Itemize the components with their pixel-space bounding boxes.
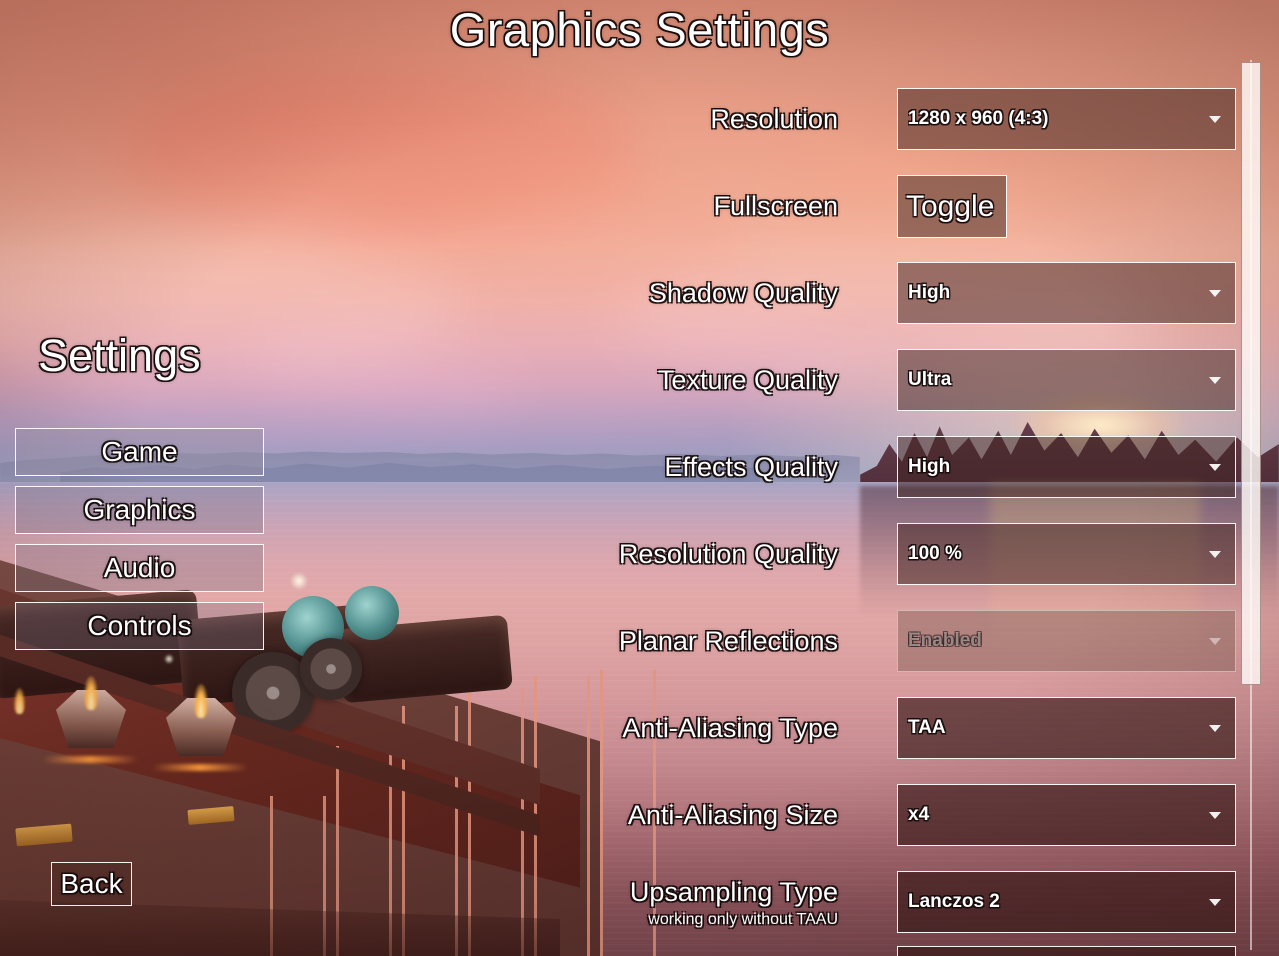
settings-label-text: Resolution: [710, 104, 838, 134]
sidebar-item-audio[interactable]: Audio: [15, 544, 264, 592]
settings-label-texture-quality: Texture Quality: [508, 337, 838, 424]
settings-row-effects-quality: Effects Quality High: [560, 424, 1250, 511]
dropdown-effects-quality[interactable]: High: [897, 436, 1236, 498]
sidebar-item-label: Game: [101, 436, 178, 467]
sidebar-item-label: Audio: [103, 552, 176, 583]
settings-label-shadow-quality: Shadow Quality: [508, 250, 838, 337]
sidebar-item-label: Controls: [87, 610, 192, 641]
settings-label-text: Anti-Aliasing Size: [627, 800, 838, 830]
settings-label-planar-reflections: Planar Reflections: [508, 598, 838, 685]
settings-label-resolution: Resolution: [508, 76, 838, 163]
settings-label-text: Texture Quality: [657, 365, 838, 395]
settings-label-upsampling-type: Upsampling Type working only without TAAU: [508, 859, 838, 946]
scrollbar-thumb[interactable]: [1241, 62, 1261, 685]
settings-label-text: Upsampling Type: [629, 876, 838, 907]
back-button-label: Back: [60, 868, 123, 899]
dropdown-shadow-quality[interactable]: High: [897, 262, 1236, 324]
dropdown-texture-quality[interactable]: Ultra: [897, 349, 1236, 411]
settings-label-fullscreen: Fullscreen: [508, 163, 838, 250]
settings-label-text: Resolution Quality: [618, 539, 838, 569]
chevron-down-icon: [1209, 899, 1221, 906]
dropdown-value: 1280 x 960 (4:3): [908, 108, 1049, 129]
toggle-button-fullscreen[interactable]: Toggle: [897, 175, 1007, 238]
chevron-down-icon: [1209, 116, 1221, 123]
settings-label-anti-aliasing-size: Anti-Aliasing Size: [508, 772, 838, 859]
dropdown-value: x4: [908, 804, 930, 825]
settings-label-text: Effects Quality: [664, 452, 838, 482]
settings-row-anti-aliasing-size: Anti-Aliasing Size x4: [560, 772, 1250, 859]
dropdown-value: Lanczos 2: [908, 891, 1000, 912]
settings-row-fullscreen: Fullscreen Toggle: [560, 163, 1250, 250]
sidebar-item-game[interactable]: Game: [15, 428, 264, 476]
settings-row-resolution-quality: Resolution Quality 100 %: [560, 511, 1250, 598]
settings-row-partial[interactable]: [897, 946, 1236, 956]
settings-label-text: Anti-Aliasing Type: [622, 713, 838, 743]
dropdown-upsampling-type[interactable]: Lanczos 2: [897, 871, 1236, 933]
settings-row-planar-reflections: Planar Reflections Enabled: [560, 598, 1250, 685]
dropdown-anti-aliasing-type[interactable]: TAA: [897, 697, 1236, 759]
sidebar-title: Settings: [38, 330, 201, 381]
dropdown-anti-aliasing-size[interactable]: x4: [897, 784, 1236, 846]
dropdown-value: TAA: [908, 717, 946, 738]
dropdown-resolution[interactable]: 1280 x 960 (4:3): [897, 88, 1236, 150]
settings-row-anti-aliasing-type: Anti-Aliasing Type TAA: [560, 685, 1250, 772]
dropdown-value: Ultra: [908, 369, 952, 390]
page-title: Graphics Settings: [449, 3, 830, 56]
dropdown-resolution-quality[interactable]: 100 %: [897, 523, 1236, 585]
settings-ui: Graphics Settings Settings Game Graphics A…: [0, 0, 1279, 956]
settings-label-anti-aliasing-type: Anti-Aliasing Type: [508, 685, 838, 772]
dropdown-value: High: [908, 282, 951, 303]
chevron-down-icon: [1209, 464, 1221, 471]
dropdown-value: 100 %: [908, 543, 962, 564]
settings-row-upsampling-type: Upsampling Type working only without TAAU…: [560, 859, 1250, 946]
sidebar-item-controls[interactable]: Controls: [15, 602, 264, 650]
dropdown-value: High: [908, 456, 951, 477]
chevron-down-icon: [1209, 551, 1221, 558]
toggle-label: Toggle: [906, 189, 995, 223]
settings-row-shadow-quality: Shadow Quality High: [560, 250, 1250, 337]
settings-label-text: Planar Reflections: [618, 626, 838, 656]
scrollbar[interactable]: [1241, 60, 1261, 950]
settings-list: Resolution 1280 x 960 (4:3) Fullscreen Togg…: [560, 76, 1250, 946]
chevron-down-icon: [1209, 812, 1221, 819]
settings-row-resolution: Resolution 1280 x 960 (4:3): [560, 76, 1250, 163]
settings-row-texture-quality: Texture Quality Ultra: [560, 337, 1250, 424]
sidebar-nav: Game Graphics Audio Controls: [15, 428, 264, 660]
sidebar-item-graphics[interactable]: Graphics: [15, 486, 264, 534]
settings-label-subtext: working only without TAAU: [648, 910, 838, 928]
settings-label-resolution-quality: Resolution Quality: [508, 511, 838, 598]
chevron-down-icon: [1209, 377, 1221, 384]
settings-label-text: Shadow Quality: [648, 278, 838, 308]
back-button[interactable]: Back: [51, 862, 132, 906]
dropdown-value: Enabled: [908, 630, 982, 651]
settings-label-effects-quality: Effects Quality: [508, 424, 838, 511]
chevron-down-icon: [1209, 290, 1221, 297]
chevron-down-icon: [1209, 638, 1221, 645]
chevron-down-icon: [1209, 725, 1221, 732]
dropdown-planar-reflections: Enabled: [897, 610, 1236, 672]
sidebar-item-label: Graphics: [83, 494, 196, 525]
settings-label-text: Fullscreen: [713, 191, 838, 221]
